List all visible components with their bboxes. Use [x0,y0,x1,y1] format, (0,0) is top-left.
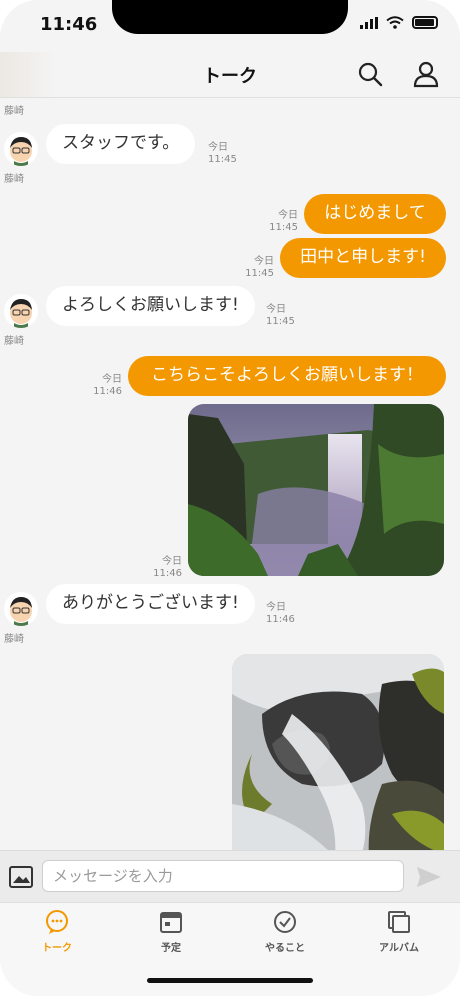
message-time: 11:45 [245,268,274,279]
tab-label: アルバム [379,943,419,954]
message-time: 11:46 [266,614,295,625]
avatar[interactable] [4,592,38,626]
chat-thread[interactable]: 藤崎 スタッフです。 今日 11:45 藤崎 今日 11:45 はじめまして 今… [0,98,460,850]
message-bubble-incoming[interactable]: ありがとうございます! [46,584,255,624]
wifi-icon [386,16,404,29]
tab-album[interactable]: アルバム [354,909,444,954]
signal-icon [360,16,378,29]
message-meta: 今日 11:46 [266,602,295,626]
message-meta: 今日 11:45 [238,256,274,280]
tab-schedule[interactable]: 予定 [126,909,216,954]
message-input[interactable] [42,860,404,892]
avatar-icon [4,592,38,626]
sender-name: 藤崎 [4,174,24,185]
message-day: 今日 [102,374,122,385]
sender-name: 藤崎 [4,634,24,645]
image-message[interactable] [188,404,444,576]
tab-label: トーク [42,943,72,954]
message-bubble-outgoing[interactable]: 田中と申します! [280,238,446,278]
page-title: トーク [203,66,257,87]
album-icon [388,911,410,933]
phone-screen: 11:46 トーク 藤崎 スタッフです。 今日 11:45 藤崎 今日 11:4… [0,0,460,996]
message-day: 今日 [278,210,298,221]
send-button[interactable] [416,865,442,889]
notch [112,0,348,34]
message-day: 今日 [162,556,182,567]
message-time: 11:45 [269,222,298,233]
check-circle-icon [274,911,296,933]
search-icon [358,62,383,87]
status-icons [360,16,438,29]
message-bubble-outgoing[interactable]: はじめまして [304,194,446,234]
image-icon [9,866,33,888]
message-day: 今日 [208,142,228,153]
message-input-bar [0,850,460,902]
profile-button[interactable] [412,60,440,88]
tab-label: 予定 [161,943,181,954]
message-time: 11:46 [153,568,182,579]
message-bubble-outgoing[interactable]: こちらこそよろしくお願いします！ [128,356,446,396]
sender-name: 藤崎 [4,106,24,117]
message-meta: 今日 11:45 [262,210,298,234]
message-time: 11:45 [266,316,295,327]
avatar-icon [4,132,38,166]
send-icon [417,867,441,887]
person-icon [413,61,439,88]
image-message[interactable] [232,654,444,850]
message-day: 今日 [266,602,286,613]
message-bubble-incoming[interactable]: よろしくお願いします! [46,286,255,326]
message-meta: 今日 11:45 [266,304,295,328]
avatar[interactable] [4,294,38,328]
message-meta: 今日 11:46 [86,374,122,398]
sender-name: 藤崎 [4,336,24,347]
battery-icon [412,16,438,29]
search-button[interactable] [356,60,384,88]
chat-icon [46,910,68,934]
tab-todo[interactable]: やること [240,909,330,954]
message-bubble-incoming[interactable]: スタッフです。 [46,124,196,164]
message-day: 今日 [254,256,274,267]
app-header: トーク [0,52,460,98]
message-time: 11:45 [208,154,237,165]
message-day: 今日 [266,304,286,315]
message-time: 11:46 [93,386,122,397]
waterfall-rocks-photo [232,654,444,850]
avatar[interactable] [4,132,38,166]
avatar-icon [4,294,38,328]
message-meta: 今日 11:45 [208,142,237,166]
tab-talk[interactable]: トーク [12,909,102,954]
status-time: 11:46 [40,14,98,35]
status-bar: 11:46 [0,0,460,52]
message-meta: 今日 11:46 [146,556,182,580]
calendar-icon [160,912,182,933]
waterfall-canyon-photo [188,404,444,576]
attach-image-button[interactable] [8,864,34,890]
tab-label: やること [265,943,305,954]
home-indicator [147,978,313,983]
